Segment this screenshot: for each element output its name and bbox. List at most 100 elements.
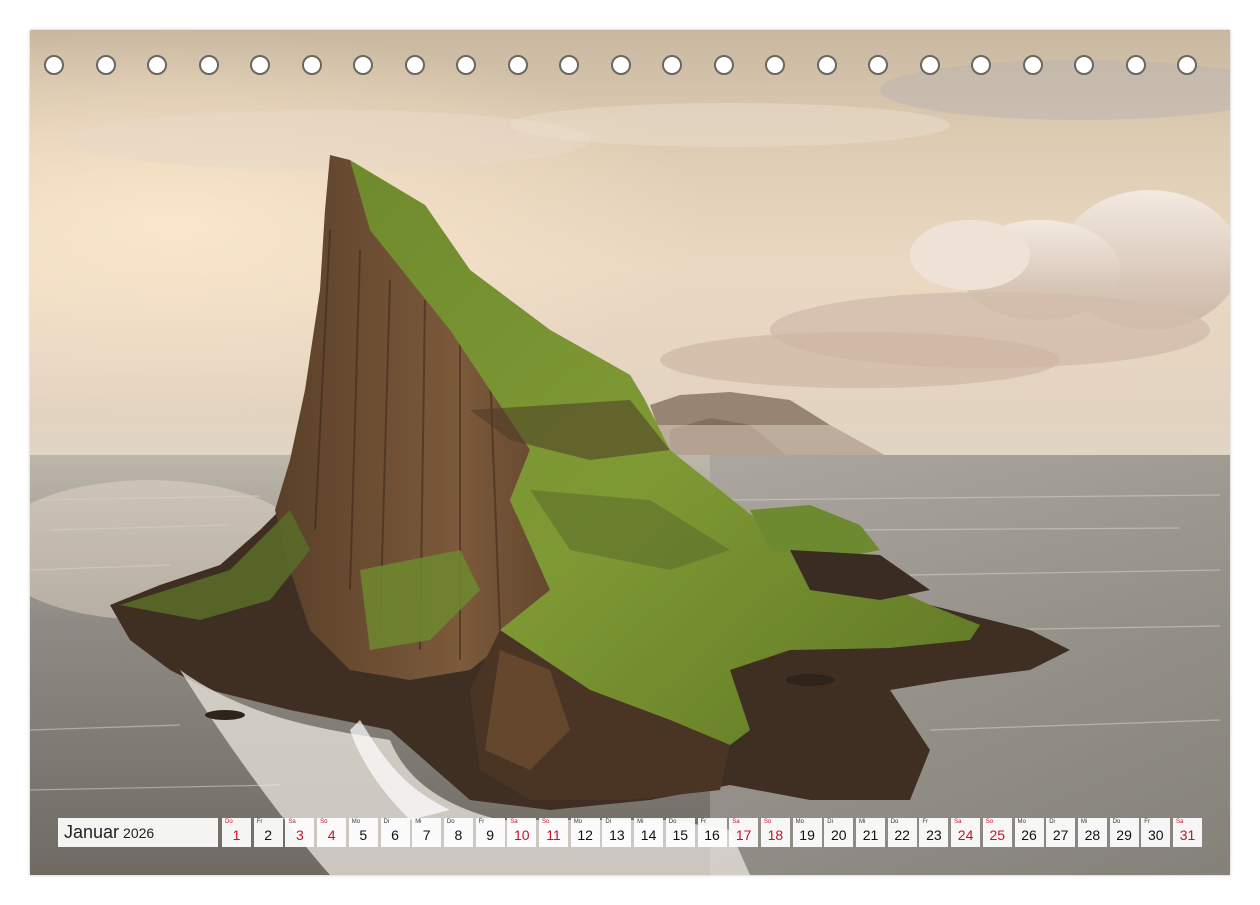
binding-hole <box>1074 55 1094 75</box>
calendar-page: Januar 2026 Do 1 Fr 2 Sa 3 So 4 Mo 5 Di 6 Mi 7 Do 8 Fr 9 Sa… <box>30 30 1230 875</box>
weekday-label: Di <box>827 819 833 825</box>
binding-hole <box>507 55 528 75</box>
day-cell: Di 20 <box>824 818 854 847</box>
weekday-label: Mi <box>1080 819 1088 825</box>
day-number: 23 <box>926 827 942 843</box>
binding-hole <box>250 55 270 75</box>
day-cell: Fr 23 <box>919 818 949 847</box>
month-label: Januar 2026 <box>58 818 218 847</box>
year-label: 2026 <box>123 825 155 841</box>
weekday-label: Mo <box>573 819 583 825</box>
weekday-label: Sa <box>288 819 296 825</box>
weekday-label: Sa <box>954 819 962 825</box>
day-cell: Mo 12 <box>570 818 600 847</box>
day-cell: Fr 2 <box>253 818 283 847</box>
day-number: 3 <box>295 827 304 843</box>
day-number: 16 <box>704 827 720 843</box>
weekday-label: Mo <box>795 819 804 825</box>
weekday-label: Di <box>605 819 612 825</box>
day-number: 6 <box>391 827 399 843</box>
day-cell: Fr 30 <box>1141 818 1171 847</box>
binding-hole <box>662 55 682 75</box>
day-cell: Mi 7 <box>412 818 442 847</box>
day-cell: Do 15 <box>665 818 695 847</box>
day-cell: Mo 19 <box>792 818 822 847</box>
day-number: 9 <box>486 827 494 843</box>
day-number: 5 <box>359 827 368 843</box>
weekday-label: Mi <box>415 819 422 825</box>
binding-hole <box>1022 55 1043 75</box>
day-number: 2 <box>264 827 273 843</box>
day-number: 17 <box>735 827 752 843</box>
day-cell: So 18 <box>760 818 790 847</box>
binding-hole <box>353 55 373 75</box>
day-number: 27 <box>1052 827 1069 843</box>
binding-hole <box>816 55 837 75</box>
binding-hole <box>971 55 991 75</box>
weekday-label: Sa <box>510 819 518 825</box>
day-number: 4 <box>327 827 336 843</box>
weekday-label: Mo <box>1017 819 1026 825</box>
day-number: 26 <box>1021 827 1037 843</box>
day-cell: Mo 5 <box>348 818 378 847</box>
binding-hole <box>404 55 425 75</box>
day-number: 28 <box>1084 827 1101 843</box>
month-bar: Januar 2026 Do 1 Fr 2 Sa 3 So 4 Mo 5 Di 6 Mi 7 Do 8 Fr 9 Sa… <box>58 818 1203 847</box>
day-number: 11 <box>546 827 561 843</box>
binding-hole <box>765 55 785 75</box>
weekday-label: So <box>763 819 772 825</box>
day-cell: Di 6 <box>380 818 410 847</box>
day-cell: Di 27 <box>1046 818 1076 847</box>
binding-hole <box>868 55 888 75</box>
weekday-label: Sa <box>1176 819 1184 825</box>
weekday-label: Fr <box>700 819 707 825</box>
day-number: 15 <box>672 827 689 843</box>
day-cell: Sa 24 <box>951 818 981 847</box>
weekday-label: Sa <box>732 819 740 825</box>
weekday-label: Mo <box>351 819 361 825</box>
day-number: 7 <box>422 827 431 843</box>
day-number: 21 <box>862 827 879 843</box>
binding-hole <box>919 55 940 75</box>
day-cell: Sa 3 <box>285 818 315 847</box>
binding-hole <box>610 55 631 75</box>
binding-hole <box>713 55 734 75</box>
binding-holes <box>30 30 1230 90</box>
binding-hole <box>198 55 219 75</box>
day-number: 22 <box>894 827 910 843</box>
day-cell: So 4 <box>317 818 347 847</box>
day-number: 18 <box>767 827 784 843</box>
binding-hole <box>301 55 322 75</box>
weekday-label: Mi <box>859 819 866 825</box>
day-number: 25 <box>989 827 1006 843</box>
day-number: 29 <box>1116 827 1132 843</box>
day-cell: Do 1 <box>222 818 251 847</box>
weekday-label: Di <box>383 819 390 825</box>
day-number: 31 <box>1179 827 1196 843</box>
month-name: Januar <box>64 822 120 842</box>
weekday-label: Fr <box>922 819 929 825</box>
day-cell: Do 22 <box>887 818 917 847</box>
weekday-label: Fr <box>1144 819 1150 825</box>
day-cell: Do 8 <box>443 818 473 847</box>
landscape-photo <box>30 30 1230 875</box>
weekday-label: Do <box>225 819 233 825</box>
day-cell: Sa 31 <box>1173 818 1202 847</box>
weekday-label: So <box>320 819 328 825</box>
binding-hole <box>1125 55 1146 75</box>
binding-hole <box>456 55 476 75</box>
binding-hole <box>147 55 167 75</box>
day-number: 24 <box>957 827 974 843</box>
day-cell: Fr 9 <box>475 818 505 847</box>
weekday-label: Fr <box>478 819 485 825</box>
day-number: 30 <box>1148 827 1164 843</box>
day-number: 8 <box>454 827 463 843</box>
day-cell: Sa 10 <box>507 818 537 847</box>
weekday-label: Do <box>890 819 899 825</box>
weekday-label: Fr <box>256 819 263 825</box>
day-number: 1 <box>232 827 241 843</box>
weekday-label: Do <box>1112 819 1121 825</box>
day-number: 10 <box>514 827 530 843</box>
weekday-label: Do <box>668 819 677 825</box>
binding-hole <box>44 55 64 75</box>
